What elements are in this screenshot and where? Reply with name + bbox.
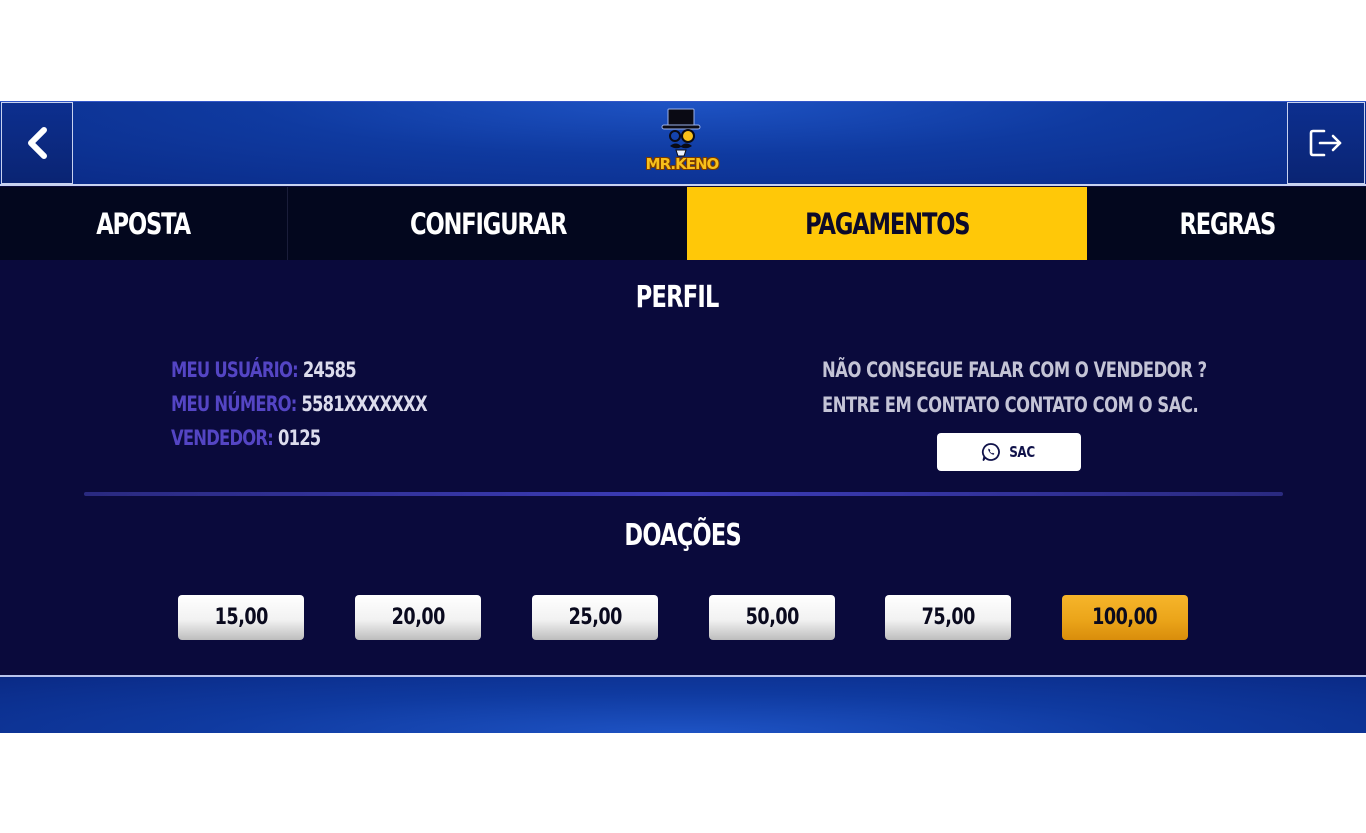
profile-numero: MEU NÚMERO: 5581XXXXXXX — [171, 392, 428, 422]
tab-configurar[interactable]: CONFIGURAR — [290, 187, 686, 260]
amount-button-15[interactable]: 15,00 — [178, 595, 304, 640]
back-button[interactable] — [1, 102, 73, 184]
logout-icon — [1309, 129, 1342, 157]
usuario-value: 24585 — [302, 358, 357, 382]
whatsapp-icon — [981, 443, 1000, 461]
amount-button-100[interactable]: 100,00 — [1062, 595, 1188, 640]
footer-bar — [0, 675, 1366, 733]
sac-button-label: SAC — [1008, 443, 1035, 461]
vendedor-label: VENDEDOR: — [171, 426, 274, 450]
logo: MR.KENO — [640, 106, 724, 182]
tab-regras-label: REGRAS — [1179, 206, 1277, 241]
section-divider — [84, 492, 1283, 496]
sac-help-line2: ENTRE EM CONTATO CONTATO COM O SAC. — [822, 393, 1199, 417]
tab-pagamentos-label: PAGAMENTOS — [804, 206, 970, 241]
chevron-left-icon — [28, 127, 47, 159]
profile-usuario: MEU USUÁRIO: 24585 — [171, 358, 357, 388]
app-screen: MR.KENO APOSTA CONFIGURAR PAGAMENTOS REG… — [0, 101, 1366, 733]
doacoes-title: DOAÇÕES — [624, 518, 742, 553]
tab-regras[interactable]: REGRAS — [1089, 187, 1366, 260]
amount-button-25[interactable]: 25,00 — [532, 595, 658, 640]
header-divider — [0, 184, 1366, 186]
numero-value: 5581XXXXXXX — [301, 392, 427, 416]
header-bar: MR.KENO — [0, 101, 1366, 186]
sac-button[interactable]: SAC — [937, 433, 1081, 471]
logout-button[interactable] — [1287, 102, 1365, 184]
numero-label: MEU NÚMERO: — [171, 392, 297, 416]
amount-button-20[interactable]: 20,00 — [355, 595, 481, 640]
profile-vendedor: VENDEDOR: 0125 — [171, 426, 321, 456]
mascot-icon — [661, 108, 701, 157]
tab-pagamentos[interactable]: PAGAMENTOS — [687, 187, 1087, 260]
sac-help-line1: NÃO CONSEGUE FALAR COM O VENDEDOR ? — [822, 358, 1207, 382]
tab-configurar-label: CONFIGURAR — [409, 206, 567, 241]
logo-text: MR.KENO — [645, 155, 720, 173]
tab-aposta-label: APOSTA — [96, 206, 192, 241]
tab-bar: APOSTA CONFIGURAR PAGAMENTOS REGRAS — [0, 187, 1366, 260]
perfil-title: PERFIL — [635, 280, 720, 315]
vendedor-value: 0125 — [277, 426, 321, 450]
tab-aposta[interactable]: APOSTA — [0, 187, 288, 260]
amount-button-75[interactable]: 75,00 — [885, 595, 1011, 640]
usuario-label: MEU USUÁRIO: — [171, 358, 299, 382]
amount-button-50[interactable]: 50,00 — [709, 595, 835, 640]
